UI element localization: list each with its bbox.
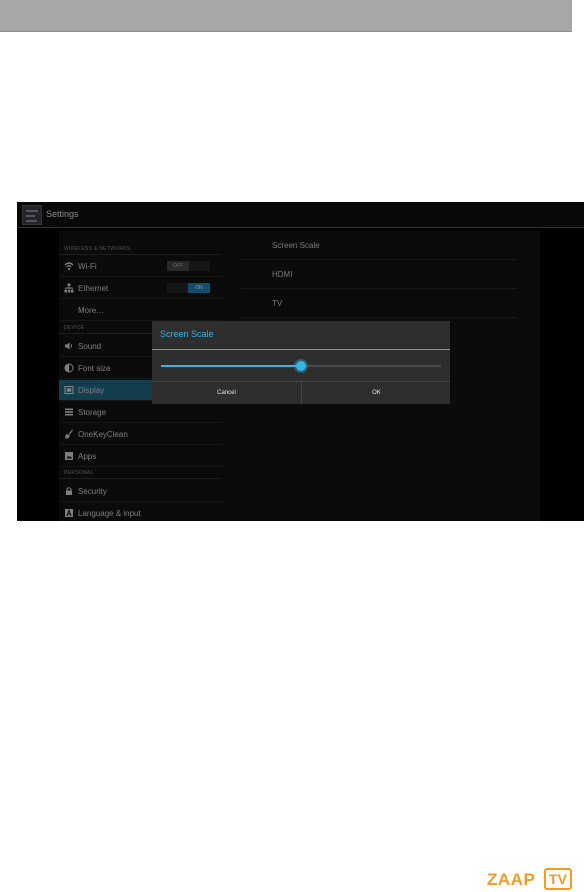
settings-screen: Settings WIRELESS & NETWORKS Wi-Fi OFF E… — [17, 202, 584, 521]
slider-fill — [161, 365, 301, 367]
cancel-button[interactable]: Cancel — [152, 382, 301, 404]
slider-thumb[interactable] — [296, 361, 306, 371]
top-banner — [0, 0, 572, 32]
dialog-title-divider — [152, 349, 450, 350]
ok-button[interactable]: OK — [302, 382, 451, 404]
screen-scale-dialog: Screen Scale Cancel OK — [152, 321, 450, 404]
brand-badge: TV — [544, 868, 572, 890]
brand-name: ZAAP — [487, 870, 536, 889]
dialog-title: Screen Scale — [160, 329, 214, 339]
screen-scale-slider[interactable] — [161, 361, 441, 371]
dialog-button-bar: Cancel OK — [152, 381, 450, 404]
